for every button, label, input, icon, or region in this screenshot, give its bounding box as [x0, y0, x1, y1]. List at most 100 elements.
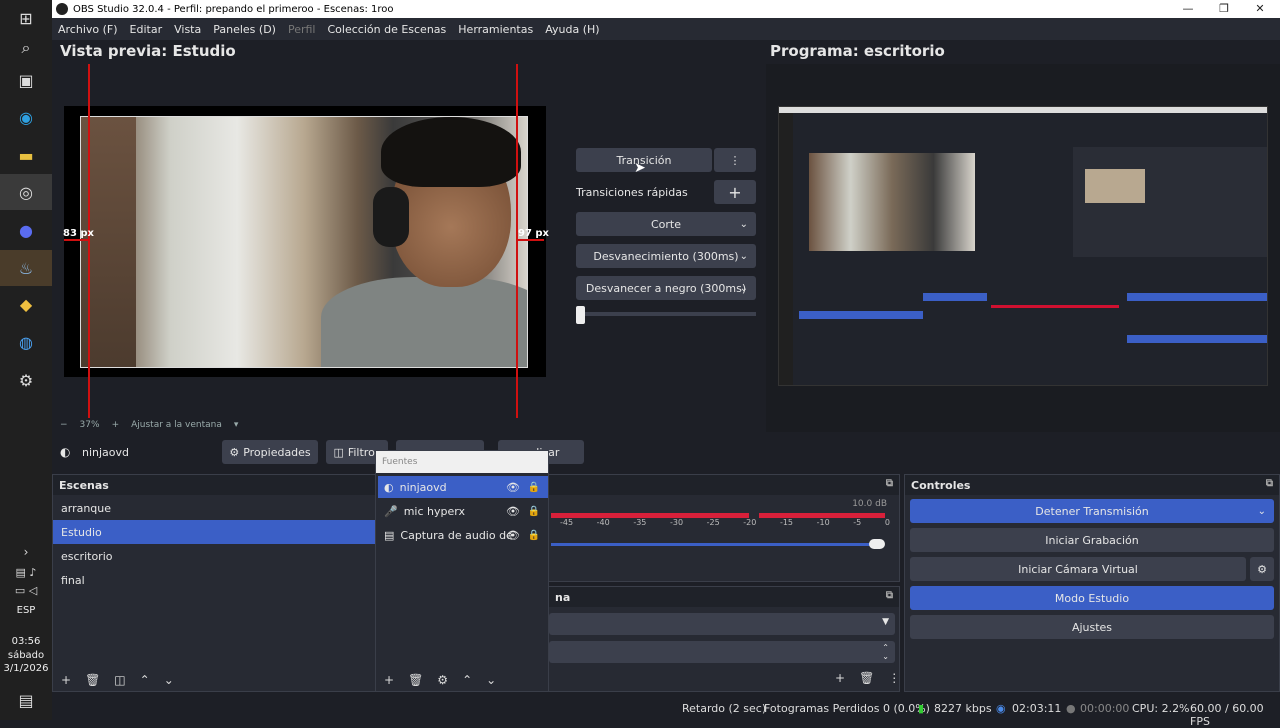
studio-mode-button[interactable]: Modo Estudio [910, 586, 1274, 610]
spin-arrows-icon[interactable]: ⌃ ⌄ [882, 643, 889, 661]
nested-titlebar [779, 107, 1267, 113]
network-volume-icon[interactable]: ▭ ◁ [14, 578, 38, 602]
volume-slider-track[interactable] [551, 543, 875, 546]
quick-transition-corte[interactable]: Corte ⌄ [576, 212, 756, 236]
visibility-eye-icon[interactable]: 👁 [506, 505, 520, 518]
scene-filters-icon[interactable]: ◫ [114, 673, 125, 687]
file-explorer-icon[interactable]: ▬ [14, 143, 38, 167]
scene-item-arranque[interactable]: arranque [53, 496, 375, 520]
properties-button[interactable]: ⚙ Propiedades [222, 440, 318, 464]
add-source-icon[interactable]: + [384, 673, 394, 687]
virtual-camera-button[interactable]: Iniciar Cámara Virtual [910, 557, 1246, 581]
visibility-eye-icon[interactable]: 👁 [506, 529, 520, 542]
duration-spinbox[interactable]: ⌃ ⌄ [549, 641, 895, 663]
start-record-button[interactable]: Iniciar Grabación [910, 528, 1274, 552]
menu-archivo[interactable]: Archivo (F) [58, 23, 118, 36]
minimize-button[interactable]: — [1170, 0, 1206, 18]
volume-slider-handle[interactable] [869, 539, 885, 549]
float-dock-icon[interactable]: ⧉ [1266, 478, 1273, 489]
clock-day[interactable]: sábado [0, 650, 52, 661]
float-dock-icon[interactable]: ⧉ [886, 590, 893, 601]
tbar-track[interactable] [576, 312, 756, 316]
settings-gear-icon[interactable]: ⚙ [14, 368, 38, 392]
left-distance-line [64, 239, 88, 241]
scenes-title-text: Escenas [59, 479, 109, 492]
program-screen-capture [778, 106, 1268, 386]
quick-transition-fade-black[interactable]: Desvanecer a negro (300ms) ⌄ [576, 276, 756, 300]
scene-item-final[interactable]: final [53, 568, 375, 592]
zoom-out-button[interactable]: − [60, 420, 68, 430]
menu-perfil[interactable]: Perfil [288, 23, 316, 36]
add-scene-icon[interactable]: + [61, 673, 71, 687]
source-item-ninjaovd[interactable]: ◐ ninjaovd 👁 🔒 [378, 476, 548, 498]
status-delay: Retardo (2 sec) [682, 702, 767, 715]
scene-item-estudio[interactable]: Estudio [53, 520, 375, 544]
app-icon[interactable]: ◆ [14, 292, 38, 316]
steam-icon[interactable]: ♨ [14, 256, 38, 280]
menu-paneles[interactable]: Paneles (D) [213, 23, 276, 36]
float-dock-icon[interactable]: ⧉ [886, 478, 893, 489]
chevron-down-icon[interactable]: ⌄ [1258, 506, 1266, 517]
browser-icon[interactable]: ◍ [14, 330, 38, 354]
menu-editar[interactable]: Editar [130, 23, 163, 36]
close-button[interactable]: ✕ [1242, 0, 1278, 18]
tick-label: -10 [816, 518, 830, 527]
camera-video-source[interactable] [80, 116, 528, 368]
mixer-dock-title: ⧉ [549, 475, 899, 495]
delete-source-icon[interactable]: 🗑 [408, 673, 423, 687]
menu-coleccion[interactable]: Colección de Escenas [328, 23, 447, 36]
add-quick-transition-button[interactable]: + [714, 180, 756, 204]
lock-icon[interactable]: 🔒 [528, 482, 540, 493]
obs-icon[interactable]: ◎ [14, 180, 38, 204]
delete-scene-icon[interactable]: 🗑 [85, 673, 100, 687]
obs-logo-icon [56, 3, 68, 15]
zoom-in-button[interactable]: + [112, 420, 120, 430]
menu-vista[interactable]: Vista [174, 23, 201, 36]
menu-bar: Archivo (F) Editar Vista Paneles (D) Per… [52, 18, 1280, 40]
fit-to-window[interactable]: Ajustar a la ventana [131, 420, 222, 430]
zoom-value: 37% [79, 420, 100, 430]
add-transition-icon[interactable]: + [835, 671, 845, 685]
preview-title: Vista previa: Estudio [60, 42, 236, 60]
move-down-icon[interactable]: ⌄ [486, 673, 496, 687]
filter-icon: ◫ [333, 445, 344, 459]
transition-select[interactable]: ▼ [549, 613, 895, 635]
chevron-down-icon[interactable]: ▾ [234, 420, 239, 430]
nested-scene-active [799, 311, 923, 319]
move-down-icon[interactable]: ⌄ [164, 673, 174, 687]
move-up-icon[interactable]: ⌃ [462, 673, 472, 687]
stop-stream-button[interactable]: Detener Transmisión ⌄ [910, 499, 1274, 523]
menu-herramientas[interactable]: Herramientas [458, 23, 533, 36]
settings-button[interactable]: Ajustes [910, 615, 1274, 639]
task-view-icon[interactable]: ▣ [14, 68, 38, 92]
maximize-button[interactable]: ❐ [1206, 0, 1242, 18]
lock-icon[interactable]: 🔒 [528, 506, 540, 517]
status-bitrate: 8227 kbps [934, 702, 992, 715]
source-label: mic hyperx [403, 504, 465, 518]
signal-icon: ▮ [918, 702, 925, 715]
scene-item-escritorio[interactable]: escritorio [53, 544, 375, 568]
quick-transition-fade[interactable]: Desvanecimiento (300ms) ⌄ [576, 244, 756, 268]
clock-time[interactable]: 03:56 [0, 636, 52, 647]
menu-ayuda[interactable]: Ayuda (H) [545, 23, 599, 36]
delete-transition-icon[interactable]: 🗑 [859, 671, 874, 685]
virtual-camera-settings-icon[interactable]: ⚙ [1250, 557, 1274, 581]
search-icon[interactable]: ⌕ [14, 36, 38, 60]
transition-menu-button[interactable]: ⋮ [714, 148, 756, 172]
clock-date[interactable]: 3/1/2026 [0, 663, 52, 674]
source-properties-icon[interactable]: ⚙ [437, 673, 448, 687]
move-up-icon[interactable]: ⌃ [140, 673, 150, 687]
lock-icon[interactable]: 🔒 [528, 530, 540, 541]
nested-thumb [1085, 169, 1145, 203]
chevron-down-icon: ⌄ [739, 218, 748, 230]
edge-icon[interactable]: ◉ [14, 105, 38, 129]
discord-icon[interactable]: ● [14, 218, 38, 242]
source-item-audio-capture[interactable]: ▤ Captura de audio de 👁 🔒 [378, 524, 548, 546]
source-item-mic-hyperx[interactable]: 🎤 mic hyperx 👁 🔒 [378, 500, 548, 522]
tbar-handle[interactable] [576, 306, 585, 324]
notifications-icon[interactable]: ▤ [14, 688, 38, 712]
visibility-eye-icon[interactable]: 👁 [506, 481, 520, 494]
windows-start-icon[interactable]: ⊞ [14, 6, 38, 30]
language-indicator[interactable]: ESP [0, 605, 52, 616]
more-icon[interactable]: ⋮ [888, 671, 900, 685]
